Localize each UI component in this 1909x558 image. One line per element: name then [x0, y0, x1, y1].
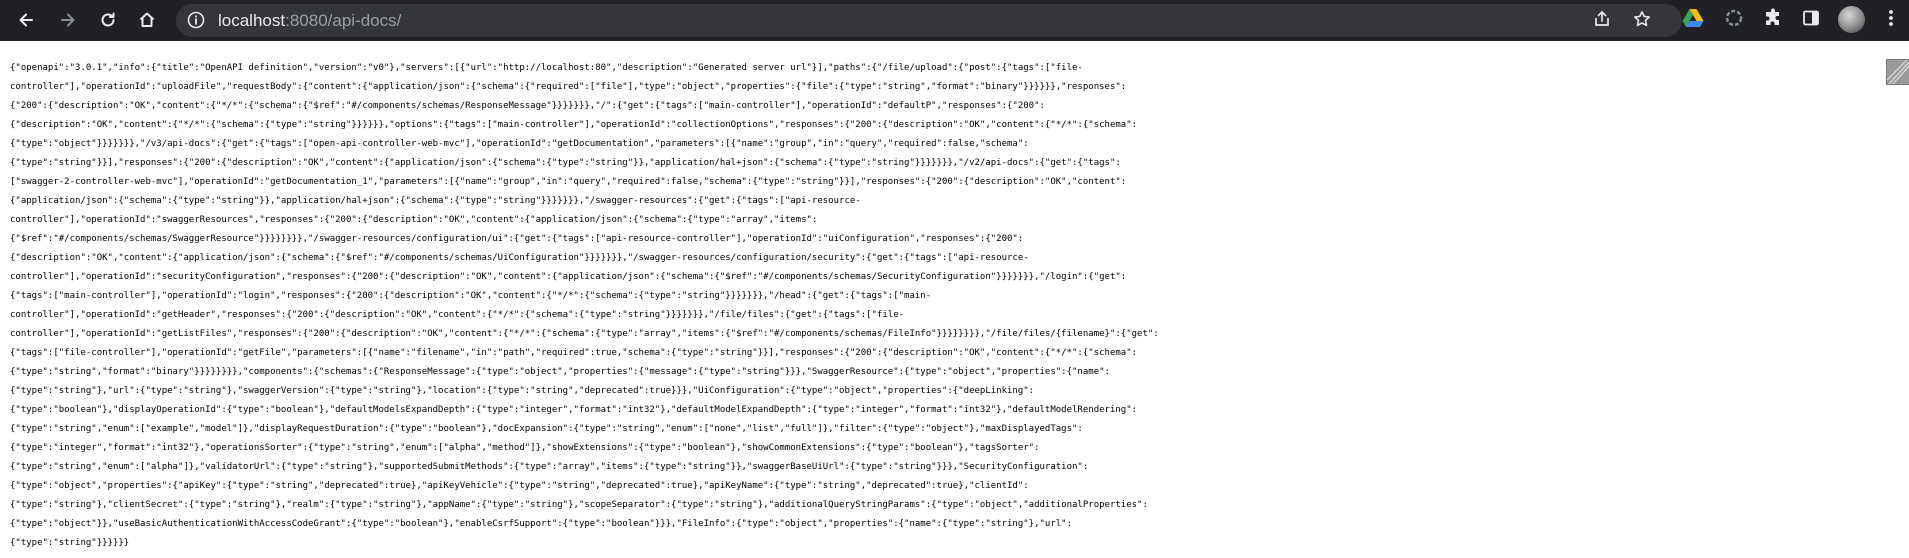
extensions-menu-button[interactable] [1761, 8, 1785, 32]
json-line: {"type":"string","enum":["alpha"]},"vali… [10, 462, 1089, 472]
forward-arrow-icon [58, 10, 78, 30]
page-content: {"openapi":"3.0.1","info":{"title":"Open… [10, 59, 1890, 553]
json-response-body: {"openapi":"3.0.1","info":{"title":"Open… [10, 59, 1890, 553]
json-line: {"type":"string"},"clientSecret":{"type"… [10, 500, 1148, 510]
puzzle-icon [1763, 8, 1783, 33]
json-line: {"200":{"description":"OK","content":{"*… [10, 101, 1045, 111]
back-arrow-icon [16, 10, 36, 30]
home-icon [137, 10, 157, 30]
json-line: {"$ref":"#/components/schemas/SwaggerRes… [10, 234, 1024, 244]
extension-icon [1724, 8, 1744, 33]
json-line: {"type":"boolean"},"displayOperationId":… [10, 405, 1138, 415]
json-line: {"type":"string","format":"binary"}}}}}}… [10, 367, 1110, 377]
json-line: controller"],"operationId":"getListFiles… [10, 329, 1159, 339]
json-line: {"type":"integer","format":"int32"},"ope… [10, 443, 1040, 453]
google-drive-extension[interactable] [1681, 8, 1705, 32]
menu-icon [1888, 8, 1894, 33]
json-line: ["swagger-2-controller-web-mvc"],"operat… [10, 177, 1127, 187]
json-line: {"type":"string","enum":["example","mode… [10, 424, 1083, 434]
side-panel-icon [1801, 8, 1821, 33]
address-bar[interactable]: localhost:8080/api-docs/ [176, 4, 1682, 37]
browser-toolbar: localhost:8080/api-docs/ [0, 0, 1909, 41]
json-line: {"type":"object"}},"useBasicAuthenticati… [10, 519, 1073, 529]
back-button[interactable] [12, 6, 40, 34]
bookmark-star-icon [1632, 9, 1652, 34]
share-button[interactable] [1591, 10, 1613, 32]
home-button[interactable] [133, 6, 161, 34]
json-line: controller"],"operationId":"uploadFile",… [10, 82, 1127, 92]
json-line: {"type":"string"},"url":{"type":"string"… [10, 386, 1035, 396]
profile-avatar[interactable] [1838, 6, 1865, 33]
json-line: {"type":"object","properties":{"apiKey":… [10, 481, 1029, 491]
google-drive-icon [1682, 8, 1704, 33]
json-line: controller"],"operationId":"securityConf… [10, 272, 1127, 282]
url-path: :8080/api-docs/ [285, 11, 402, 30]
side-panel-button[interactable] [1799, 8, 1823, 32]
share-icon [1592, 9, 1612, 34]
json-line: {"type":"string"}}],"responses":{"200":{… [10, 158, 1121, 168]
info-icon[interactable] [186, 10, 206, 30]
url-host: localhost [218, 11, 286, 30]
forward-button[interactable] [54, 6, 82, 34]
extension-button[interactable] [1722, 8, 1746, 32]
json-line: {"tags":["main-controller"],"operationId… [10, 291, 932, 301]
reload-icon [98, 10, 118, 30]
reload-button[interactable] [94, 6, 122, 34]
browser-menu-button[interactable] [1879, 8, 1903, 32]
json-line: {"type":"object"}}}}}}},"/v3/api-docs":{… [10, 139, 1029, 149]
page-corner-widget[interactable] [1886, 59, 1909, 85]
json-line: {"type":"string"}}}}}} [10, 538, 130, 548]
json-line: controller"],"operationId":"swaggerResou… [10, 215, 818, 225]
json-line: controller"],"operationId":"getHeader","… [10, 310, 905, 320]
json-line: {"description":"OK","content":{"*/*":{"s… [10, 120, 1138, 130]
json-line: {"description":"OK","content":{"applicat… [10, 253, 1029, 263]
json-line: {"openapi":"3.0.1","info":{"title":"Open… [10, 63, 1083, 73]
json-line: {"application/json":{"schema":{"type":"s… [10, 196, 861, 206]
url-text[interactable]: localhost:8080/api-docs/ [218, 11, 401, 31]
bookmark-button[interactable] [1631, 10, 1653, 32]
json-line: {"tags":["file-controller"],"operationId… [10, 348, 1138, 358]
